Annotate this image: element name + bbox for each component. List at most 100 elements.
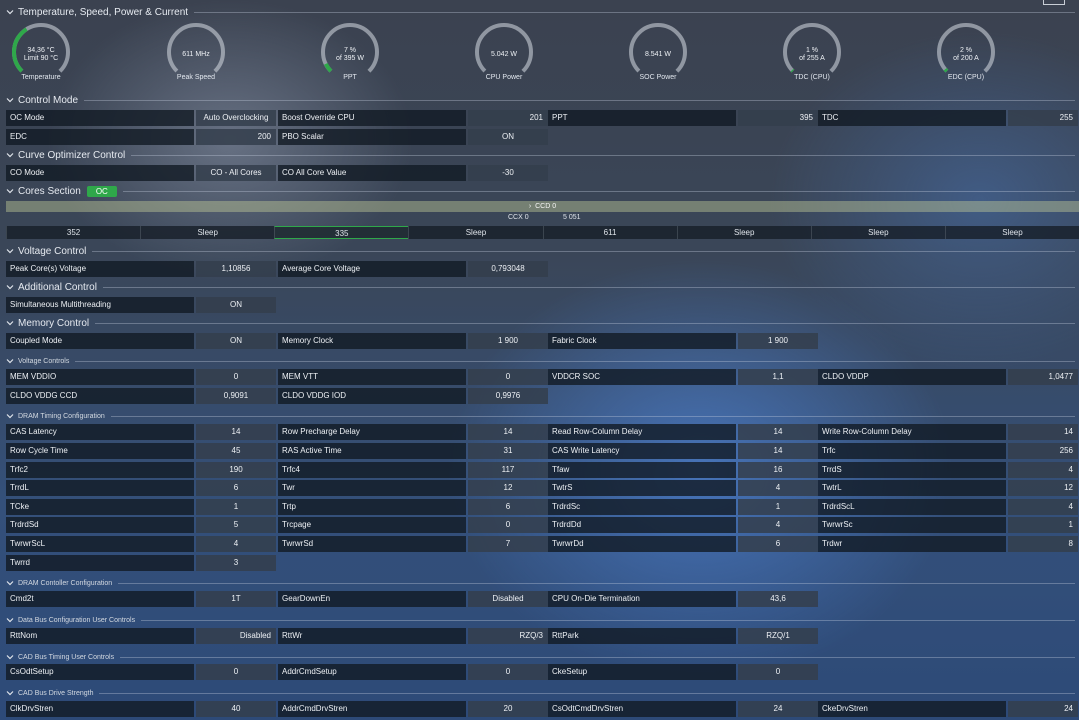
setting-value[interactable]: 0,9976 [468,388,548,404]
setting-value[interactable]: 31 [468,443,548,459]
setting-value[interactable]: 190 [196,462,276,478]
setting-value[interactable]: 14 [738,424,818,440]
setting-value[interactable]: 4 [738,480,818,496]
setting-value[interactable]: 14 [196,424,276,440]
chevron-down-icon[interactable] [6,357,14,365]
setting-value[interactable]: 20 [468,701,548,717]
setting-value[interactable]: 45 [196,443,276,459]
setting-value[interactable]: 7 [468,536,548,552]
section-title: DRAM Contoller Configuration [18,579,113,587]
setting-value[interactable]: 1 900 [468,333,548,349]
setting-value[interactable]: 6 [196,480,276,496]
setting-value[interactable]: 1,1 [738,369,818,385]
setting-value[interactable]: CO - All Cores [196,165,276,181]
setting-value[interactable]: -30 [468,165,548,181]
chevron-down-icon[interactable] [6,616,14,624]
setting-value[interactable]: 201 [468,110,548,126]
setting-value[interactable]: ON [196,333,276,349]
setting-row: TwtrL 12 [818,480,1079,496]
section-header-curve[interactable]: Curve Optimizer Control [0,148,1079,162]
chevron-down-icon[interactable] [6,653,14,661]
setting-value[interactable]: 24 [738,701,818,717]
setting-value[interactable]: 0 [738,664,818,680]
setting-value[interactable]: 1,10856 [196,261,276,277]
setting-value[interactable]: 4 [196,536,276,552]
chevron-down-icon[interactable] [6,283,14,291]
setting-value[interactable]: 395 [738,110,818,126]
chevron-down-icon[interactable] [6,247,14,255]
setting-value[interactable]: 4 [738,517,818,533]
section-header-dram_ctrl[interactable]: DRAM Contoller Configuration [0,576,1079,590]
setting-label: RttNom [6,628,194,644]
setting-value[interactable]: 0 [196,664,276,680]
setting-value[interactable]: 12 [1008,480,1078,496]
setting-value[interactable]: 0,9091 [196,388,276,404]
setting-value[interactable]: 12 [468,480,548,496]
setting-value[interactable]: 8 [1008,536,1078,552]
setting-value[interactable]: 4 [1008,462,1078,478]
setting-row: MEM VDDIO 0 [6,369,276,385]
section-header-cad_timing[interactable]: CAD Bus Timing User Controls [0,650,1079,664]
setting-value[interactable]: Auto Overclocking [196,110,276,126]
setting-value[interactable]: RZQ/3 [468,628,548,644]
chevron-down-icon[interactable] [6,187,14,195]
setting-value[interactable]: 1 [1008,517,1078,533]
section-header-cores[interactable]: Cores Section OC [0,184,1079,198]
setting-value[interactable]: 16 [738,462,818,478]
setting-value[interactable]: 3 [196,555,276,571]
section-header-additional[interactable]: Additional Control [0,280,1079,294]
setting-value[interactable]: 6 [468,499,548,515]
setting-value[interactable]: ON [468,129,548,145]
chevron-down-icon[interactable] [6,319,14,327]
setting-value[interactable]: RZQ/1 [738,628,818,644]
setting-value[interactable]: 1 900 [738,333,818,349]
setting-label: CsOdtCmdDrvStren [548,701,736,717]
ccd-header[interactable]: › CCD 0 [6,201,1079,212]
chevron-down-icon[interactable] [6,412,14,420]
setting-label: Simultaneous Multithreading [6,297,194,313]
section-header-dram_timing[interactable]: DRAM Timing Configuration [0,409,1079,423]
chevron-down-icon[interactable] [6,579,14,587]
setting-value[interactable]: 40 [196,701,276,717]
section-divider [120,656,1075,658]
setting-value[interactable]: 117 [468,462,548,478]
gauge-label: Peak Speed [176,74,216,81]
setting-value[interactable]: 6 [738,536,818,552]
gauge-value: 611 MHz [182,51,210,58]
setting-value[interactable]: 14 [738,443,818,459]
setting-value[interactable]: 43,6 [738,591,818,607]
setting-value[interactable]: 4 [1008,499,1078,515]
setting-value[interactable]: 0 [468,664,548,680]
setting-value[interactable]: 0 [468,369,548,385]
setting-value[interactable]: 1,0477 [1008,369,1078,385]
setting-value[interactable]: 24 [1008,701,1078,717]
setting-value[interactable]: 256 [1008,443,1078,459]
setting-row: TwtrS 4 [548,480,818,496]
setting-value[interactable]: 5 [196,517,276,533]
setting-value[interactable]: ON [196,297,276,313]
section-header-cad_drive[interactable]: CAD Bus Drive Strength [0,686,1079,700]
chevron-down-icon[interactable] [6,96,14,104]
setting-value[interactable]: Disabled [196,628,276,644]
setting-value[interactable]: 14 [1008,424,1078,440]
setting-value[interactable]: Disabled [468,591,548,607]
section-header-data_bus[interactable]: Data Bus Configuration User Controls [0,613,1079,627]
setting-value[interactable]: 0 [468,517,548,533]
setting-value[interactable]: 14 [468,424,548,440]
section-header-control[interactable]: Control Mode [0,93,1079,107]
setting-value[interactable]: 1 [738,499,818,515]
section-header-temps[interactable]: Temperature, Speed, Power & Current [0,5,1079,19]
setting-value[interactable]: 1T [196,591,276,607]
setting-value[interactable]: 1 [196,499,276,515]
section-header-memory[interactable]: Memory Control [0,316,1079,330]
chevron-down-icon[interactable] [6,8,14,16]
section-header-voltage[interactable]: Voltage Control [0,244,1079,258]
setting-value[interactable]: 200 [196,129,276,145]
setting-value[interactable]: 0 [196,369,276,385]
setting-value[interactable]: 255 [1008,110,1078,126]
setting-value[interactable]: 0,793048 [468,261,548,277]
chevron-down-icon[interactable] [6,151,14,159]
gauge-4: 8.541 W SOC Power [626,22,690,86]
chevron-down-icon[interactable] [6,689,14,697]
section-header-mem_voltage[interactable]: Voltage Controls [0,354,1079,368]
